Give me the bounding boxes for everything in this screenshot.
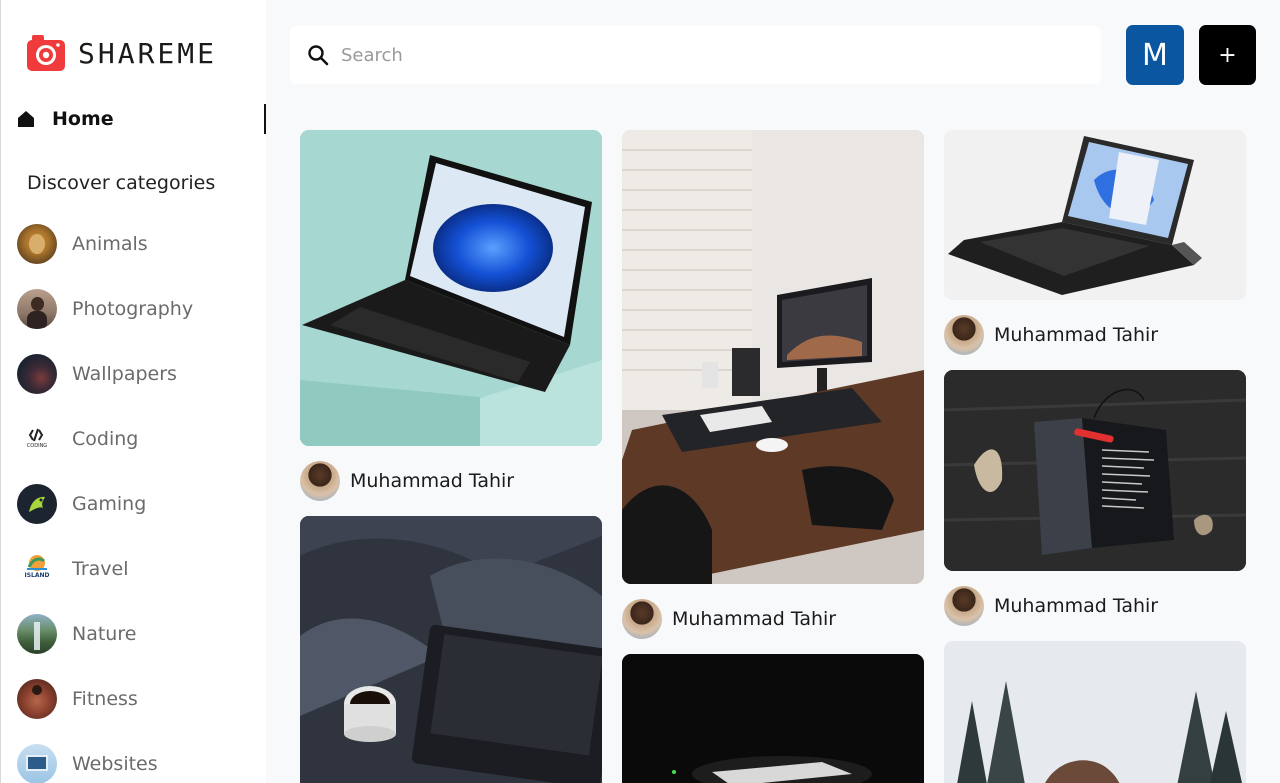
coding-logo-text: CODING xyxy=(26,443,48,449)
discover-categories-title: Discover categories xyxy=(27,172,216,194)
notebook-photo-art xyxy=(944,370,1246,571)
category-websites[interactable]: Websites xyxy=(17,744,158,783)
pin-author[interactable]: Muhammad Tahir xyxy=(944,586,1158,626)
category-label: Animals xyxy=(72,233,148,255)
brand-logo[interactable]: SHAREME xyxy=(26,33,217,73)
category-travel[interactable]: ISLAND Travel xyxy=(17,549,128,589)
category-label: Websites xyxy=(72,753,158,775)
category-label: Gaming xyxy=(72,493,147,515)
island-logo-icon: ISLAND xyxy=(17,549,57,589)
pin-image-notebook[interactable] xyxy=(944,370,1246,571)
pin-image-laptop[interactable] xyxy=(300,130,602,446)
desk-setup-photo-art xyxy=(622,130,924,584)
search-input[interactable] xyxy=(341,44,1041,66)
athlete-photo-icon xyxy=(17,679,57,719)
pin-author[interactable]: Muhammad Tahir xyxy=(622,599,836,639)
add-pin-button[interactable]: + xyxy=(1199,25,1256,85)
pin-image-desk-setup[interactable] xyxy=(622,130,924,584)
user-avatar-button[interactable]: M xyxy=(1126,25,1184,85)
author-name: Muhammad Tahir xyxy=(672,608,837,630)
category-label: Travel xyxy=(72,558,129,580)
category-label: Fitness xyxy=(72,688,138,710)
plus-icon: + xyxy=(1218,42,1237,68)
laptop-bed-photo-art xyxy=(300,516,602,783)
user-initial: M xyxy=(1142,37,1168,73)
category-label: Wallpapers xyxy=(72,363,177,385)
waterfall-photo-icon xyxy=(17,614,57,654)
nav-home-label: Home xyxy=(52,108,114,130)
search-bar[interactable] xyxy=(290,26,1101,84)
author-avatar xyxy=(622,599,662,639)
pin-image-dark-room[interactable] xyxy=(622,654,924,783)
coding-logo-icon: CODING xyxy=(17,419,57,459)
category-wallpapers[interactable]: Wallpapers xyxy=(17,354,177,394)
author-avatar xyxy=(944,586,984,626)
website-photo-icon xyxy=(17,744,57,783)
author-name: Muhammad Tahir xyxy=(994,324,1159,346)
pin-image-laptop-bed[interactable] xyxy=(300,516,602,783)
abstract-photo-icon xyxy=(17,354,57,394)
dark-room-photo-art xyxy=(622,654,924,783)
camera-logo-icon xyxy=(27,35,65,71)
pin-author[interactable]: Muhammad Tahir xyxy=(944,315,1158,355)
category-label: Nature xyxy=(72,623,137,645)
sidebar: SHAREME Home Discover categories Animals… xyxy=(0,0,266,783)
category-label: Photography xyxy=(72,298,194,320)
pin-author[interactable]: Muhammad Tahir xyxy=(300,461,514,501)
brand-name: SHAREME xyxy=(78,36,218,70)
author-avatar xyxy=(300,461,340,501)
pin-image-surface[interactable] xyxy=(944,130,1246,300)
author-name: Muhammad Tahir xyxy=(994,595,1159,617)
nav-home[interactable]: Home xyxy=(17,104,266,134)
category-fitness[interactable]: Fitness xyxy=(17,679,138,719)
category-gaming[interactable]: Gaming xyxy=(17,484,146,524)
category-coding[interactable]: CODING Coding xyxy=(17,419,138,459)
author-name: Muhammad Tahir xyxy=(350,470,515,492)
author-avatar xyxy=(944,315,984,355)
gaming-logo-icon xyxy=(17,484,57,524)
home-icon xyxy=(18,111,34,127)
category-label: Coding xyxy=(72,428,139,450)
search-icon xyxy=(308,45,329,66)
laptop-photo-art xyxy=(300,130,602,446)
island-logo-text: ISLAND xyxy=(24,572,50,579)
pin-image-snowy-trees[interactable] xyxy=(944,641,1246,783)
snowy-trees-photo-art xyxy=(944,641,1246,783)
lion-photo-icon xyxy=(17,224,57,264)
category-nature[interactable]: Nature xyxy=(17,614,136,654)
category-animals[interactable]: Animals xyxy=(17,224,148,264)
surface-photo-art xyxy=(944,130,1246,300)
category-photography[interactable]: Photography xyxy=(17,289,193,329)
portrait-photo-icon xyxy=(17,289,57,329)
